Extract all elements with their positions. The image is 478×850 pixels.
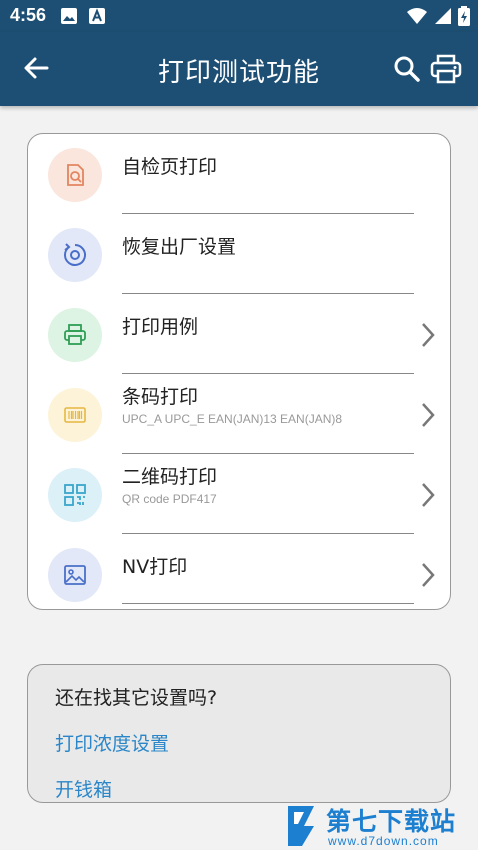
menu-item-qrcode-print[interactable]: 二维码打印 QR code PDF417 [28,454,450,534]
battery-icon [458,6,470,30]
chevron-right-icon [418,480,438,510]
app-notification-icon [88,7,106,29]
chevron-right-icon [418,320,438,350]
divider [122,602,414,604]
print-button[interactable] [430,54,466,86]
gallery-notification-icon [60,7,78,29]
chevron-right-icon [418,400,438,430]
search-icon [392,56,422,88]
open-cash-drawer-link[interactable]: 开钱箱 [55,775,112,802]
app-bar: 打印测试功能 [0,32,478,106]
wifi-icon [406,7,428,29]
menu-item-subtitle: UPC_A UPC_E EAN(JAN)13 EAN(JAN)8 [122,412,343,426]
menu-item-label: 二维码打印 [122,466,218,488]
menu-item-barcode-print[interactable]: 条码打印 UPC_A UPC_E EAN(JAN)13 EAN(JAN)8 [28,374,450,454]
watermark-logo: 第七下载站 www.d7down.com [282,800,478,850]
barcode-icon [48,388,102,442]
qrcode-icon [48,468,102,522]
reset-icon [48,228,102,282]
signal-icon [434,7,452,29]
menu-item-label: 自检页打印 [122,156,218,178]
status-bar: 4:56 [0,0,478,32]
menu-item-label: NV打印 [122,556,188,578]
print-density-link[interactable]: 打印浓度设置 [55,729,169,756]
menu-item-subtitle: QR code PDF417 [122,492,217,506]
watermark-logo-icon [284,802,322,850]
search-button[interactable] [392,54,424,86]
menu-item-nv-print[interactable]: NV打印 [28,534,450,609]
menu-item-factory-reset[interactable]: 恢复出厂设置 [28,214,450,294]
watermark-name: 第七下载站 [326,807,457,836]
other-settings-card: 还在找其它设置吗? 打印浓度设置 开钱箱 [27,664,451,803]
printer-icon [430,54,462,88]
printer-icon [48,308,102,362]
chevron-right-icon [418,560,438,590]
document-search-icon [48,148,102,202]
menu-item-label: 条码打印 [122,386,199,408]
menu-item-label: 打印用例 [122,316,199,338]
menu-item-self-test-print[interactable]: 自检页打印 [28,134,450,214]
image-icon [48,548,102,602]
other-settings-title: 还在找其它设置吗? [55,687,218,709]
test-functions-card: 自检页打印 恢复出厂设置 打印用例 条码打印 UPC_A UPC_E EAN(J… [27,133,451,610]
menu-item-label: 恢复出厂设置 [122,236,237,258]
watermark-url: www.d7down.com [328,834,439,848]
menu-item-print-examples[interactable]: 打印用例 [28,294,450,374]
status-time: 4:56 [10,5,47,25]
